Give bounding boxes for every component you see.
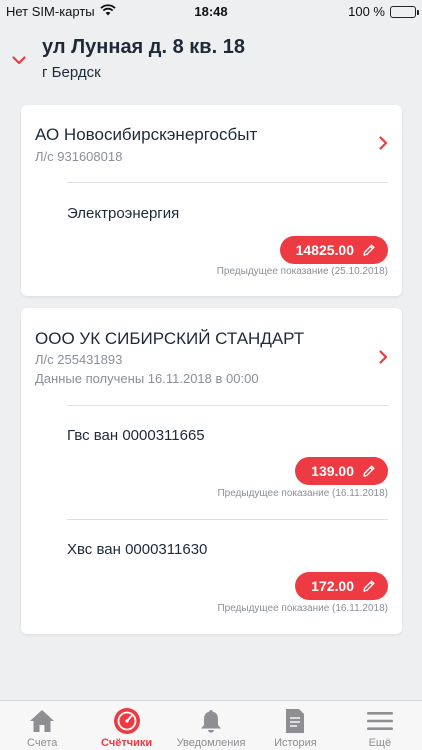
provider-name[interactable]: ООО УК СИБИРСКИЙ СТАНДАРТ	[35, 329, 304, 349]
menu-icon	[366, 707, 394, 735]
tab-label: Уведомления	[176, 737, 246, 749]
meter-reading-button[interactable]: 172.00	[295, 572, 388, 600]
divider	[67, 519, 388, 520]
status-bar: Нет SIM-карты 18:48 100 %	[0, 0, 422, 24]
provider-name[interactable]: АО Новосибирскэнергосбыт	[35, 125, 257, 145]
tab-history[interactable]: История	[253, 701, 337, 750]
provider-account: Л/с 931608018	[35, 149, 123, 164]
tab-label: Ещё	[368, 737, 392, 749]
battery-percent: 100 %	[348, 4, 385, 19]
previous-reading: Предыдущее показание (16.11.2018)	[217, 603, 388, 614]
provider-card: АО Новосибирскэнергосбыт Л/с 931608018 Э…	[21, 105, 402, 296]
tab-label: Счётчики	[101, 737, 153, 749]
previous-reading: Предыдущее показание (25.10.2018)	[216, 266, 388, 277]
pencil-icon	[362, 243, 376, 257]
provider-account: Л/с 255431893	[35, 352, 123, 367]
document-icon	[284, 707, 306, 735]
meter-name: Электроэнергия	[67, 205, 180, 222]
meter-reading-button[interactable]: 14825.00	[279, 236, 388, 264]
address-header[interactable]: ул Лунная д. 8 кв. 18 г Бердск	[0, 30, 422, 90]
tab-more[interactable]: Ещё	[338, 701, 422, 750]
tab-label: История	[274, 737, 317, 749]
home-icon	[28, 707, 56, 735]
provider-card: ООО УК СИБИРСКИЙ СТАНДАРТ Л/с 255431893 …	[21, 308, 402, 634]
chevron-right-icon[interactable]	[379, 350, 388, 369]
chevron-down-icon[interactable]	[12, 52, 26, 70]
pencil-icon	[362, 579, 376, 593]
address-city: г Бердск	[42, 64, 101, 81]
tab-label: Счета	[27, 737, 58, 749]
address-title: ул Лунная д. 8 кв. 18	[42, 36, 245, 58]
divider	[67, 182, 388, 183]
meter-reading-value: 14825.00	[295, 242, 354, 258]
previous-reading: Предыдущее показание (16.11.2018)	[217, 488, 388, 499]
meter-reading-value: 139.00	[311, 463, 354, 479]
tab-bar: Счета Счётчики Уведомления История Ещё	[0, 700, 422, 750]
meter-icon	[113, 707, 141, 735]
meter-reading-button[interactable]: 139.00	[295, 457, 388, 485]
tab-meters[interactable]: Счётчики	[84, 701, 168, 750]
divider	[67, 405, 388, 406]
status-right: 100 %	[348, 4, 419, 19]
chevron-right-icon[interactable]	[379, 136, 388, 155]
meter-name: Хвс ван 0000311630	[67, 541, 208, 558]
meter-reading-value: 172.00	[311, 578, 354, 594]
battery-icon	[390, 5, 419, 18]
pencil-icon	[362, 464, 376, 478]
tab-notifications[interactable]: Уведомления	[169, 701, 253, 750]
data-received-label: Данные получены 16.11.2018 в 00:00	[35, 371, 259, 386]
meter-name: Гвс ван 0000311665	[67, 427, 205, 444]
bell-icon	[199, 707, 223, 735]
tab-accounts[interactable]: Счета	[0, 701, 84, 750]
